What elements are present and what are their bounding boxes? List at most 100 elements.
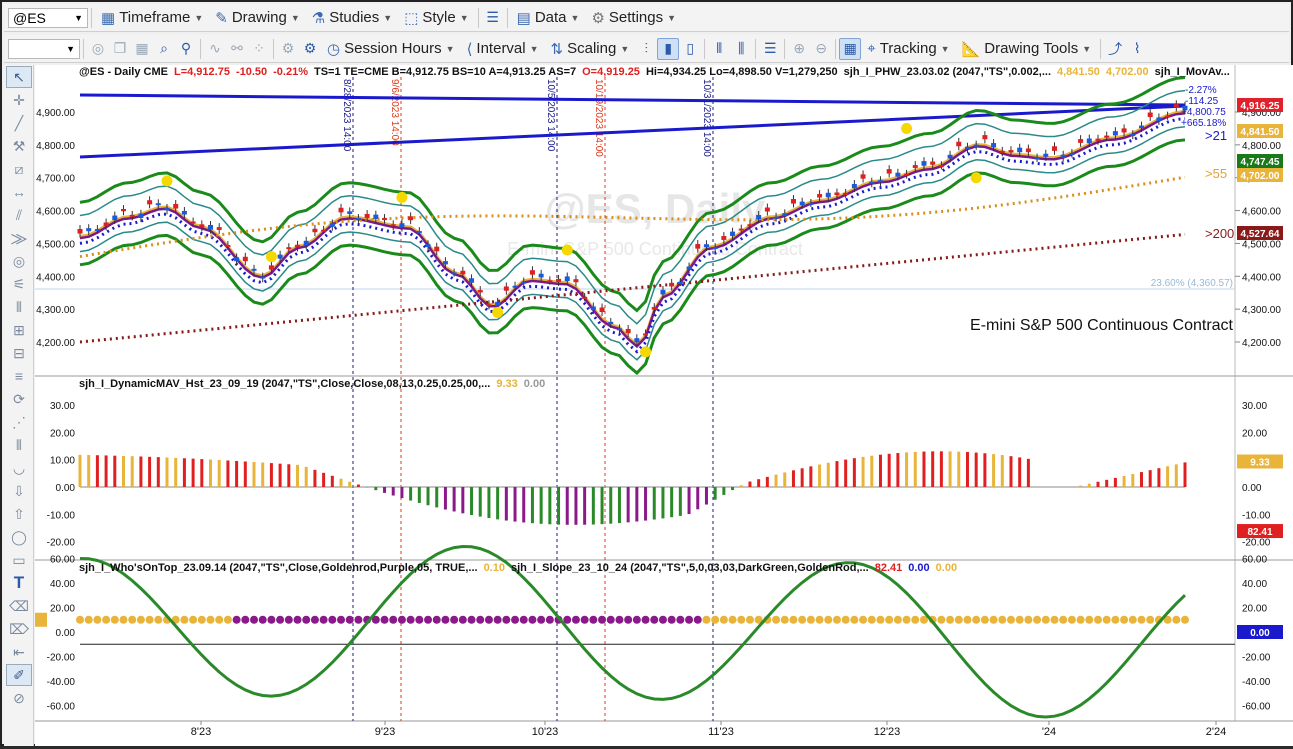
candle xyxy=(1061,155,1066,158)
config-icon[interactable]: ⚙ xyxy=(277,38,299,60)
osc-dot xyxy=(1111,616,1119,624)
fib-icon[interactable]: ⚟ xyxy=(6,273,32,295)
channel-icon[interactable]: ⧄ xyxy=(6,158,32,180)
candle xyxy=(774,217,779,219)
symbol-input[interactable]: @ES▼ xyxy=(8,8,88,28)
grid-tool-icon[interactable]: ⊞ xyxy=(6,319,32,341)
candlestick-icon[interactable]: ▮ xyxy=(657,38,679,60)
bars-tool-icon[interactable]: ⫴ xyxy=(6,434,32,456)
copy-icon[interactable]: ❐ xyxy=(109,38,131,60)
arc-icon[interactable]: ◡ xyxy=(6,457,32,479)
candle xyxy=(199,224,204,227)
candle xyxy=(486,304,491,306)
hist-bar xyxy=(975,453,978,487)
layout-icon[interactable]: ☰ xyxy=(759,38,781,60)
studies-menu[interactable]: ⚗Studies▼ xyxy=(306,6,398,30)
osc-tag-1-label: 82.41 xyxy=(1247,527,1272,538)
chart-area[interactable]: @ES, Daily E-mini S&P 500 Continuous Con… xyxy=(35,65,1293,746)
refresh-icon[interactable]: ◎ xyxy=(87,38,109,60)
candle xyxy=(191,221,196,223)
draw-mode-icon[interactable]: ✐ xyxy=(6,664,32,686)
candle xyxy=(1165,116,1170,118)
trendline-upper xyxy=(80,95,1185,105)
osc-dot xyxy=(589,616,597,624)
text-tool-icon[interactable]: T xyxy=(6,572,32,594)
price-axis-label-left: 4,900.00 xyxy=(36,108,75,119)
columns-icon[interactable]: ⦀ xyxy=(6,296,32,318)
levels-icon[interactable]: ≡ xyxy=(6,365,32,387)
candle xyxy=(478,290,483,292)
hist-bar xyxy=(357,485,360,487)
scaling-menu[interactable]: ⇅Scaling▼ xyxy=(545,37,636,61)
rays-icon[interactable]: ⨠ xyxy=(6,227,32,249)
ellipse-icon[interactable]: ◯ xyxy=(6,526,32,548)
data-window-icon[interactable]: ▦ xyxy=(839,38,861,60)
scatter-icon[interactable]: ⁘ xyxy=(248,38,270,60)
trend-icon[interactable]: ⤴ xyxy=(1104,38,1126,60)
hollow-candle-icon[interactable]: ▯ xyxy=(679,38,701,60)
style-menu[interactable]: ⬚Style▼ xyxy=(398,6,474,30)
osc-dot xyxy=(659,616,667,624)
compress-icon[interactable]: ⫴ xyxy=(708,38,730,60)
drawing-menu[interactable]: ✎Drawing▼ xyxy=(209,6,306,30)
analysis-icon[interactable]: ⌇ xyxy=(1126,38,1148,60)
magnify-icon[interactable]: ⚲ xyxy=(175,38,197,60)
lock-icon[interactable]: ⊘ xyxy=(6,687,32,709)
interval-menu[interactable]: ⟨Interval▼ xyxy=(461,37,545,61)
crosshair-icon[interactable]: ✛ xyxy=(6,89,32,111)
zoom-out-icon[interactable]: ⊖ xyxy=(810,38,832,60)
erase-icon[interactable]: ⌫ xyxy=(6,595,32,617)
time-label: '24 xyxy=(1042,726,1056,738)
arrow-down-icon[interactable]: ⇩ xyxy=(6,480,32,502)
wrench-icon[interactable]: ⚒ xyxy=(6,135,32,157)
data-menu[interactable]: ▤Data▼ xyxy=(511,6,586,30)
swing-marker xyxy=(971,172,982,183)
drawing-tools-menu[interactable]: 📐Drawing Tools▼ xyxy=(956,37,1098,61)
candle xyxy=(165,208,170,210)
hist-bar xyxy=(540,487,543,524)
pointer-icon[interactable]: ↖ xyxy=(6,66,32,88)
tracking-menu[interactable]: ⌖Tracking▼ xyxy=(861,37,955,61)
timeframe-menu[interactable]: ▦Timeframe▼ xyxy=(95,6,209,30)
settings-menu[interactable]: ⚙Settings▼ xyxy=(585,6,682,30)
multi-line-icon[interactable]: ⫽ xyxy=(6,204,32,226)
collapse-icon[interactable]: ⇤ xyxy=(6,641,32,663)
hist-bar xyxy=(1088,484,1091,487)
target-icon[interactable]: ◎ xyxy=(6,250,32,272)
session-hours-menu[interactable]: ◷Session Hours▼ xyxy=(321,37,461,61)
candle xyxy=(965,147,970,149)
grid-icon[interactable]: ▦ xyxy=(131,38,153,60)
zoom-icon[interactable]: ⌕ xyxy=(153,38,175,60)
osc-dot xyxy=(720,616,728,624)
hist-bar xyxy=(174,458,177,487)
arrow-up-icon[interactable]: ⇧ xyxy=(6,503,32,525)
settings-icon[interactable]: ⚙ xyxy=(299,38,321,60)
speed-icon[interactable]: ⋰ xyxy=(6,411,32,433)
swirl-icon[interactable]: ⟳ xyxy=(6,388,32,410)
table-tool-icon[interactable]: ⊟ xyxy=(6,342,32,364)
horizontal-line-icon[interactable]: ↔ xyxy=(6,181,32,203)
osc-axis-label-left: -60.00 xyxy=(47,702,76,713)
interval-input[interactable]: ▼ xyxy=(8,39,80,59)
drawing-sidebar: ↖ ✛ ╱ ⚒ ⧄ ↔ ⫽ ⨠ ◎ ⚟ ⦀ ⊞ ⊟ ≡ ⟳ ⋰ ⫴ ◡ ⇩ ⇧ … xyxy=(4,65,34,746)
chain-icon[interactable]: ⚯ xyxy=(226,38,248,60)
zoom-in-icon[interactable]: ⊕ xyxy=(788,38,810,60)
hist-bar xyxy=(96,455,99,487)
histogram-pane[interactable]: 30.0030.0020.0020.0010.0010.000.000.00-1… xyxy=(47,401,1283,549)
erase-all-icon[interactable]: ⌦ xyxy=(6,618,32,640)
hist-bar xyxy=(113,456,116,487)
panes-icon[interactable]: ☰ xyxy=(482,7,504,29)
rectangle-icon[interactable]: ▭ xyxy=(6,549,32,571)
osc-dot xyxy=(650,616,658,624)
chart-canvas[interactable]: @ES, Daily E-mini S&P 500 Continuous Con… xyxy=(35,65,1293,746)
expand-icon[interactable]: ⫼ xyxy=(730,38,752,60)
osc-dot xyxy=(259,616,267,624)
price-tag-label: 4,841.50 xyxy=(1241,127,1280,138)
osc-dot xyxy=(494,616,502,624)
bar-chart-icon[interactable]: ⫶ xyxy=(635,38,657,60)
hist-bar xyxy=(400,487,403,498)
link-icon[interactable]: ∿ xyxy=(204,38,226,60)
oscillator-pane[interactable]: 60.0060.0040.0040.0020.0020.000.000.00-2… xyxy=(35,524,1283,717)
line-tool-icon[interactable]: ╱ xyxy=(6,112,32,134)
price-pane[interactable]: 4,900.004,900.004,800.004,800.004,700.00… xyxy=(35,77,1283,721)
